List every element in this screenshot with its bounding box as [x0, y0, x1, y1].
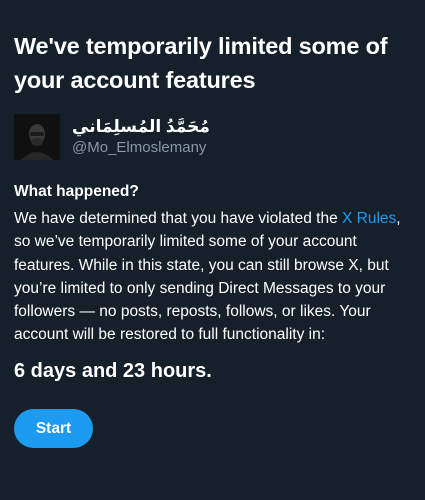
- explanation-line: account will be restored to full functio…: [14, 326, 326, 344]
- start-button[interactable]: Start: [14, 409, 93, 448]
- limited-account-page: We've temporarily limited some of your a…: [0, 0, 425, 500]
- explanation-line-text: We have determined that you have violate…: [14, 210, 343, 227]
- avatar: [14, 114, 60, 160]
- page-title: We've temporarily limited some of your a…: [14, 33, 388, 93]
- account-handle: @Mo_Elmoslemany: [72, 139, 207, 156]
- explanation-line: followers — no posts, reposts, follows, …: [14, 303, 371, 321]
- section-heading: What happened?: [14, 183, 139, 200]
- avatar-portrait-icon: [14, 114, 60, 160]
- restriction-countdown: 6 days and 23 hours.: [14, 360, 212, 382]
- x-rules-link[interactable]: X Rules: [342, 210, 396, 227]
- account-card: مُحَمَّدُ المُسلِمَاني @Mo_Elmoslemany: [14, 114, 414, 160]
- explanation-line: so we’ve temporarily limited some of you…: [14, 233, 357, 251]
- explanation-line: We have determined that you have violate…: [14, 207, 425, 230]
- explanation-line: you’re limited to only sending Direct Me…: [14, 279, 386, 297]
- explanation-line-text: ,: [396, 210, 401, 227]
- display-name: مُحَمَّدُ المُسلِمَاني: [72, 117, 210, 136]
- explanation-text: We have determined that you have violate…: [14, 207, 425, 347]
- explanation-line: features. While in this state, you can s…: [14, 256, 389, 274]
